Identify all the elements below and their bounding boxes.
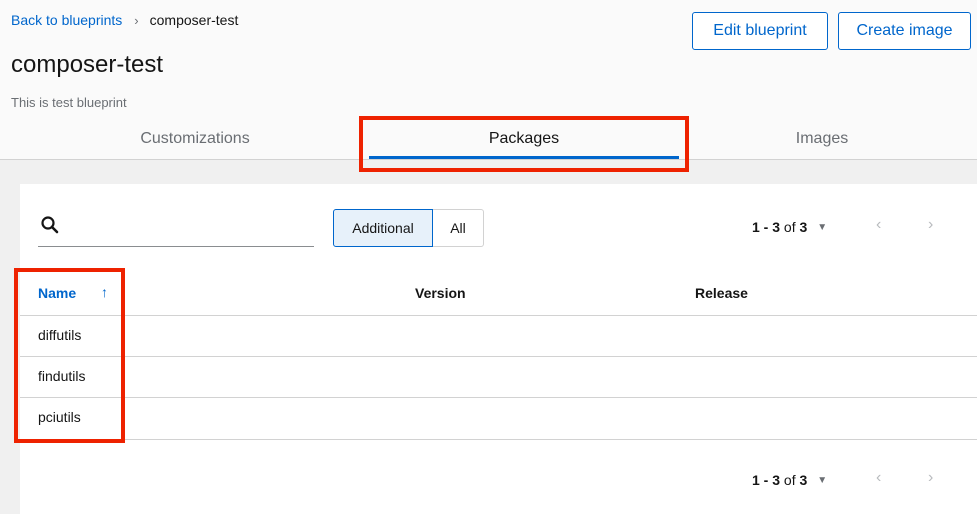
pagination-of: of [783, 472, 796, 488]
breadcrumb-current: composer-test [149, 12, 239, 28]
table-row: findutils [38, 368, 86, 384]
table-row: diffutils [38, 327, 82, 343]
arrow-up-icon: ↑ [101, 284, 108, 300]
create-image-button[interactable]: Create image [838, 12, 971, 50]
search-input[interactable] [38, 209, 314, 247]
back-to-blueprints-link[interactable]: Back to blueprints [11, 12, 122, 28]
tab-images[interactable]: Images [679, 118, 965, 160]
tab-bar: Customizations Packages Images [0, 118, 977, 160]
breadcrumb: Back to blueprints › composer-test [11, 12, 238, 28]
chevron-right-icon[interactable]: › [928, 216, 933, 234]
pagination-range: 1 - 3 [752, 219, 781, 235]
pagination-toggle-bottom[interactable]: 1 - 3 of 3 ▼ [752, 472, 827, 488]
row-divider [20, 356, 977, 357]
caret-down-icon: ▼ [817, 221, 828, 233]
pagination-total: 3 [799, 219, 808, 235]
row-divider [20, 397, 977, 398]
edit-blueprint-button[interactable]: Edit blueprint [692, 12, 828, 50]
active-tab-indicator [369, 156, 679, 159]
column-header-version[interactable]: Version [415, 285, 466, 301]
page-description: This is test blueprint [11, 95, 127, 110]
pagination-range: 1 - 3 [752, 472, 781, 488]
chevron-right-icon[interactable]: › [928, 469, 933, 487]
search-icon [40, 215, 60, 235]
column-header-release[interactable]: Release [695, 285, 748, 301]
chevron-left-icon[interactable]: ‹ [876, 469, 881, 487]
row-divider [20, 315, 977, 316]
tab-customizations[interactable]: Customizations [30, 118, 360, 160]
tab-packages[interactable]: Packages [369, 118, 679, 160]
pagination-of: of [783, 219, 796, 235]
toggle-additional[interactable]: Additional [333, 209, 433, 247]
table-row: pciutils [38, 409, 81, 425]
toggle-all[interactable]: All [433, 209, 484, 247]
chevron-left-icon[interactable]: ‹ [876, 216, 881, 234]
caret-down-icon: ▼ [817, 474, 828, 486]
row-divider [20, 439, 977, 440]
pagination-toggle[interactable]: 1 - 3 of 3 ▼ [752, 219, 827, 235]
chevron-right-icon: › [134, 12, 139, 28]
column-header-name[interactable]: Name [38, 285, 76, 301]
page-title: composer-test [11, 51, 164, 78]
pagination-total: 3 [799, 472, 808, 488]
